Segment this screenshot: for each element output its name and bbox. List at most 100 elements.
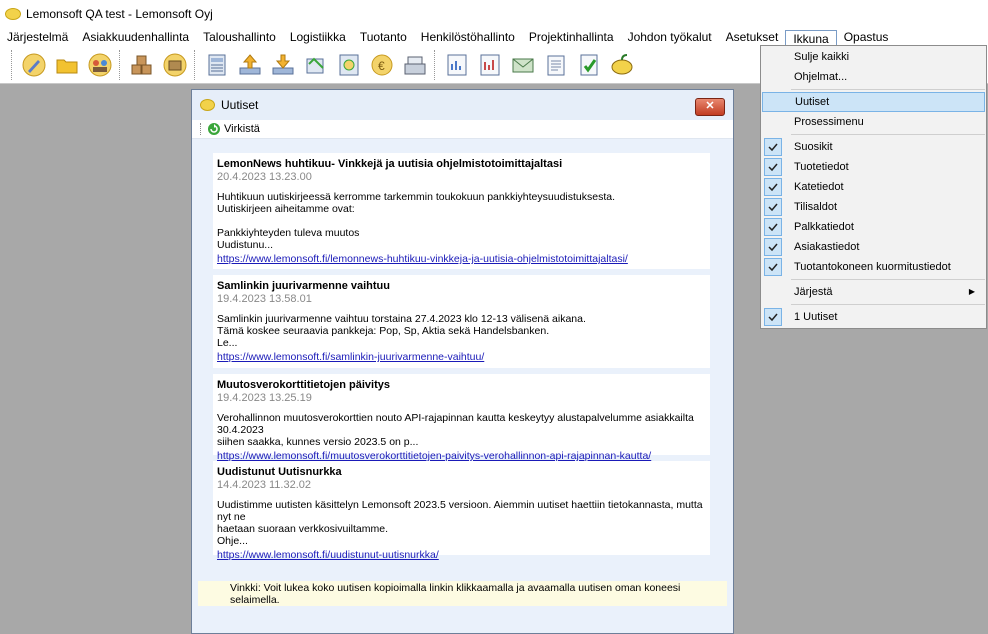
menu-item-jarjesta[interactable]: Järjestä ▶ bbox=[762, 282, 985, 302]
news-item-body: Huhtikuun uutiskirjeessä kerromme tarkem… bbox=[217, 191, 616, 251]
news-item-title: Muutosverokorttitietojen päivitys bbox=[217, 379, 390, 391]
menu-item-tilisaldot[interactable]: Tilisaldot bbox=[762, 197, 985, 217]
menu-item-label: 1 Uutiset bbox=[794, 311, 838, 323]
news-window-title: Uutiset bbox=[221, 98, 259, 112]
people-icon[interactable] bbox=[86, 51, 114, 79]
news-item-link[interactable]: https://www.lemonsoft.fi/muutosverokortt… bbox=[217, 450, 706, 462]
close-button[interactable]: ✕ bbox=[695, 98, 725, 116]
menu-separator bbox=[791, 134, 985, 135]
news-item: LemonNews huhtikuu- Vinkkejä ja uutisia … bbox=[213, 153, 710, 269]
news-item-title: Samlinkin juurivarmenne vaihtuu bbox=[217, 280, 390, 292]
news-item-date: 19.4.2023 13.58.01 bbox=[217, 293, 312, 305]
upload-icon[interactable] bbox=[236, 51, 264, 79]
clipboard-icon[interactable] bbox=[542, 51, 570, 79]
menu-logistiikka[interactable]: Logistiikka bbox=[283, 28, 353, 46]
toolbar-separator bbox=[194, 49, 197, 80]
menubar: Järjestelmä Asiakkuudenhallinta Talousha… bbox=[0, 28, 988, 47]
boxes-icon[interactable] bbox=[128, 51, 156, 79]
menu-item-label: Katetiedot bbox=[794, 181, 844, 193]
toolbar-separator bbox=[119, 49, 122, 80]
menu-ikkuna[interactable]: Ikkuna bbox=[785, 29, 837, 47]
money-icon[interactable]: € bbox=[368, 51, 396, 79]
checklist-icon[interactable] bbox=[575, 51, 603, 79]
menu-item-sulje-kaikki[interactable]: Sulje kaikki bbox=[762, 47, 985, 67]
menu-item-1-uutiset[interactable]: 1 Uutiset bbox=[762, 307, 985, 327]
toolbar-grip bbox=[200, 123, 203, 135]
news-list: LemonNews huhtikuu- Vinkkejä ja uutisia … bbox=[213, 153, 710, 561]
menu-item-label: Uutiset bbox=[795, 96, 830, 108]
news-window: Uutiset ✕ Virkistä LemonNews huhtikuu- V… bbox=[191, 89, 734, 634]
news-item-body: Verohallinnon muutosverokorttien nouto A… bbox=[217, 412, 694, 448]
menu-johdon-tyokalut[interactable]: Johdon työkalut bbox=[621, 28, 719, 46]
menu-item-katetiedot[interactable]: Katetiedot bbox=[762, 177, 985, 197]
lemon-icon bbox=[5, 8, 21, 20]
check-icon bbox=[764, 138, 782, 156]
menu-item-label: Tuotetiedot bbox=[794, 161, 849, 173]
toolbar-separator bbox=[434, 49, 437, 80]
news-item: Uudistunut Uutisnurkka 14.4.2023 11.32.0… bbox=[213, 461, 710, 561]
check-icon bbox=[764, 198, 782, 216]
download-icon[interactable] bbox=[269, 51, 297, 79]
news-item: Muutosverokorttitietojen päivitys 19.4.2… bbox=[213, 374, 710, 462]
menu-item-asiakastiedot[interactable]: Asiakastiedot bbox=[762, 237, 985, 257]
menu-opastus[interactable]: Opastus bbox=[837, 28, 896, 46]
menu-taloushallinto[interactable]: Taloushallinto bbox=[196, 28, 283, 46]
menu-item-label: Suosikit bbox=[794, 141, 833, 153]
news-item-date: 14.4.2023 11.32.02 bbox=[217, 479, 311, 491]
check-icon bbox=[764, 218, 782, 236]
report-icon[interactable] bbox=[443, 51, 471, 79]
coins-icon[interactable] bbox=[161, 51, 189, 79]
menu-item-label: Palkkatiedot bbox=[794, 221, 854, 233]
news-item: Samlinkin juurivarmenne vaihtuu 19.4.202… bbox=[213, 275, 710, 368]
menu-asetukset[interactable]: Asetukset bbox=[719, 28, 786, 46]
news-item-title: LemonNews huhtikuu- Vinkkejä ja uutisia … bbox=[217, 158, 563, 170]
menu-tuotanto[interactable]: Tuotanto bbox=[353, 28, 414, 46]
news-item-date: 20.4.2023 13.23.00 bbox=[217, 171, 312, 183]
lemon-icon[interactable] bbox=[608, 51, 636, 79]
menu-item-tuotantokoneen-kuormitustiedot[interactable]: Tuotantokoneen kuormitustiedot bbox=[762, 257, 985, 277]
menu-separator bbox=[791, 89, 985, 90]
folder-icon[interactable] bbox=[53, 51, 81, 79]
menu-item-suosikit[interactable]: Suosikit bbox=[762, 137, 985, 157]
app-title: Lemonsoft QA test - Lemonsoft Oyj bbox=[26, 7, 213, 21]
menu-asiakkuudenhallinta[interactable]: Asiakkuudenhallinta bbox=[75, 28, 196, 46]
news-item-link[interactable]: https://www.lemonsoft.fi/lemonnews-huhti… bbox=[217, 253, 706, 265]
news-item-body: Uudistimme uutisten käsittelyn Lemonsoft… bbox=[217, 499, 703, 547]
check-icon bbox=[764, 238, 782, 256]
pen-icon[interactable] bbox=[20, 51, 48, 79]
document-money-icon[interactable] bbox=[335, 51, 363, 79]
menu-item-label: Prosessimenu bbox=[794, 116, 864, 128]
menu-henkilostohallinto[interactable]: Henkilöstöhallinto bbox=[414, 28, 522, 46]
cash-register-icon[interactable] bbox=[401, 51, 429, 79]
menu-item-uutiset[interactable]: Uutiset bbox=[762, 92, 985, 112]
news-item-link[interactable]: https://www.lemonsoft.fi/uudistunut-uuti… bbox=[217, 549, 706, 561]
check-icon bbox=[764, 258, 782, 276]
menu-item-ohjelmat[interactable]: Ohjelmat... bbox=[762, 67, 985, 87]
menu-jarjestelma[interactable]: Järjestelmä bbox=[0, 28, 75, 46]
lemon-icon bbox=[200, 99, 215, 111]
menu-item-label: Tilisaldot bbox=[794, 201, 837, 213]
menu-separator bbox=[791, 304, 985, 305]
app-titlebar: Lemonsoft QA test - Lemonsoft Oyj bbox=[0, 0, 988, 28]
menu-item-tuotetiedot[interactable]: Tuotetiedot bbox=[762, 157, 985, 177]
menu-item-label: Asiakastiedot bbox=[794, 241, 860, 253]
check-icon bbox=[764, 178, 782, 196]
news-item-link[interactable]: https://www.lemonsoft.fi/samlinkin-juuri… bbox=[217, 351, 706, 363]
refresh-icon[interactable] bbox=[208, 123, 220, 135]
check-icon bbox=[764, 308, 782, 326]
menu-item-prosessimenu[interactable]: Prosessimenu bbox=[762, 112, 985, 132]
ikkuna-menu: Sulje kaikki Ohjelmat... Uutiset Prosess… bbox=[760, 45, 987, 329]
menu-item-palkkatiedot[interactable]: Palkkatiedot bbox=[762, 217, 985, 237]
envelope-icon[interactable] bbox=[509, 51, 537, 79]
report-chart-icon[interactable] bbox=[476, 51, 504, 79]
truck-icon[interactable] bbox=[302, 51, 330, 79]
news-window-titlebar[interactable]: Uutiset ✕ bbox=[192, 90, 733, 120]
menu-item-label: Ohjelmat... bbox=[794, 71, 848, 83]
menu-item-label: Järjestä bbox=[794, 286, 833, 298]
refresh-button[interactable]: Virkistä bbox=[224, 123, 260, 135]
svg-text:€: € bbox=[378, 59, 385, 73]
tip-bar: Vinkki: Voit lukea koko uutisen kopioima… bbox=[198, 581, 727, 606]
menu-projektinhallinta[interactable]: Projektinhallinta bbox=[522, 28, 621, 46]
calculator-icon[interactable] bbox=[203, 51, 231, 79]
check-icon bbox=[764, 158, 782, 176]
